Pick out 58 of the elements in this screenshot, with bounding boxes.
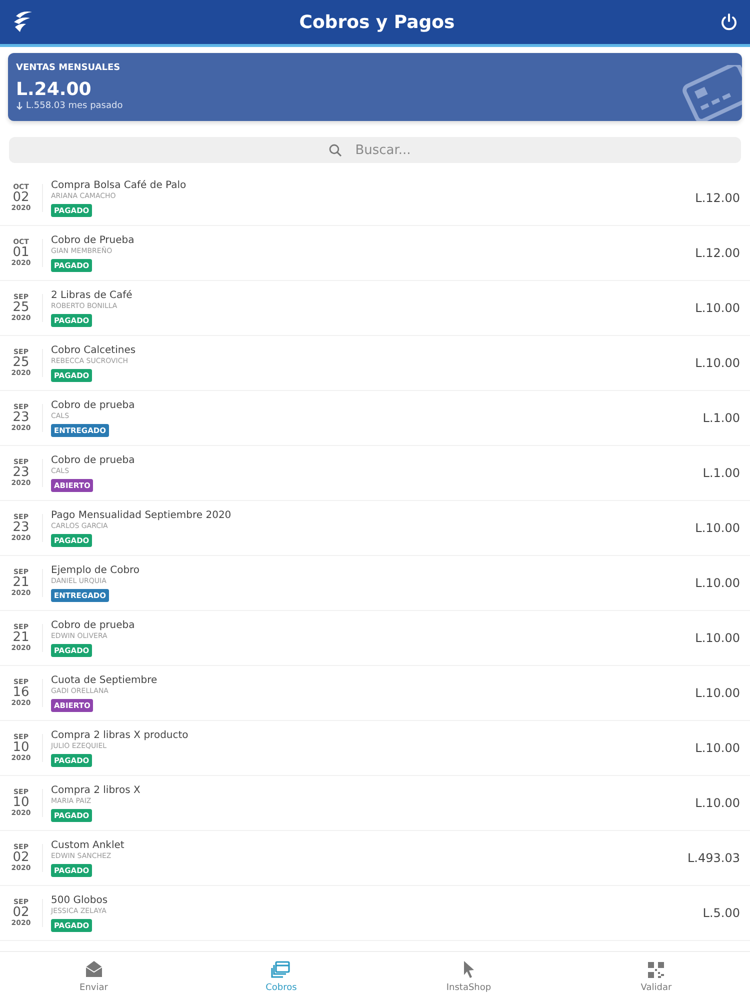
transaction-title[interactable]: Ejemplo de Cobro: [51, 564, 140, 576]
logo-icon: [12, 10, 34, 34]
date-day: 10: [12, 796, 30, 810]
transaction-title[interactable]: Compra 2 libros X: [51, 784, 140, 796]
date-day: 21: [12, 631, 30, 645]
date-day: 25: [12, 301, 30, 315]
transaction-amount: L.12.00: [695, 246, 740, 260]
power-icon[interactable]: [720, 13, 738, 31]
transaction-amount: L.5.00: [702, 906, 740, 920]
transaction-title[interactable]: Cobro de prueba: [51, 400, 135, 410]
transaction-title[interactable]: Cobro de Prueba: [51, 234, 134, 246]
tab-item[interactable]: Validar: [562, 952, 750, 1000]
transaction-amount: L.1.00: [702, 466, 740, 480]
transaction-amount: L.12.00: [695, 191, 740, 205]
transaction-title[interactable]: Compra Bolsa Café de Palo: [51, 180, 186, 190]
transaction-amount: L.10.00: [695, 301, 740, 315]
transaction-title[interactable]: 500 Globos: [51, 894, 108, 906]
transaction-title[interactable]: Compra 2 libras X producto: [51, 730, 188, 740]
cards-icon: [271, 960, 292, 978]
transaction-title[interactable]: Custom Anklet: [51, 840, 124, 850]
sales-amount: L.24.00: [16, 79, 92, 100]
search-field[interactable]: Buscar...: [9, 137, 741, 163]
date-day: 23: [12, 466, 30, 480]
transaction-amount: L.10.00: [695, 631, 740, 645]
date-day: 25: [12, 356, 30, 370]
transaction-amount: L.10.00: [695, 576, 740, 590]
transaction-amount: L.1.00: [702, 411, 740, 425]
transaction-title[interactable]: Cobro de prueba: [51, 454, 135, 466]
envelope-icon: [84, 960, 104, 978]
transaction-title[interactable]: Cobro de prueba: [51, 620, 135, 630]
date-day: 02: [12, 851, 30, 865]
transaction-title[interactable]: Cuota de Septiembre: [51, 674, 158, 686]
transaction-amount: L.493.03: [688, 851, 740, 865]
date-day: 21: [12, 576, 30, 590]
transaction-title[interactable]: Pago Mensualidad Septiembre 2020: [51, 510, 232, 520]
transaction-amount: L.10.00: [695, 741, 740, 755]
transaction-title[interactable]: Cobro Calcetines: [51, 344, 136, 356]
transaction-amount: L.10.00: [695, 686, 740, 700]
arrow-down-icon: [16, 102, 23, 110]
page-title: Cobros y Pagos: [299, 12, 455, 32]
date-day: 23: [12, 411, 30, 425]
date-day: 01: [12, 246, 30, 260]
transaction-title[interactable]: 2 Libras de Café: [51, 290, 132, 300]
previous-month-amount: L.558.03 mes pasado: [26, 101, 123, 111]
date-day: 23: [12, 521, 30, 535]
tab-item[interactable]: InstaShop: [375, 952, 562, 1000]
transaction-amount: L.10.00: [695, 356, 740, 370]
credit-card-icon: [682, 65, 742, 121]
sales-label: VENTAS MENSUALES: [16, 63, 122, 73]
date-day: 10: [12, 741, 30, 755]
qr-code-icon: [646, 960, 666, 978]
date-day: 02: [12, 906, 30, 920]
tab-item[interactable]: Enviar: [0, 952, 188, 1000]
date-day: 02: [12, 191, 30, 205]
date-day: 16: [12, 686, 30, 700]
transaction-amount: L.10.00: [695, 796, 740, 810]
transaction-amount: L.10.00: [695, 521, 740, 535]
search-icon: [329, 144, 342, 157]
